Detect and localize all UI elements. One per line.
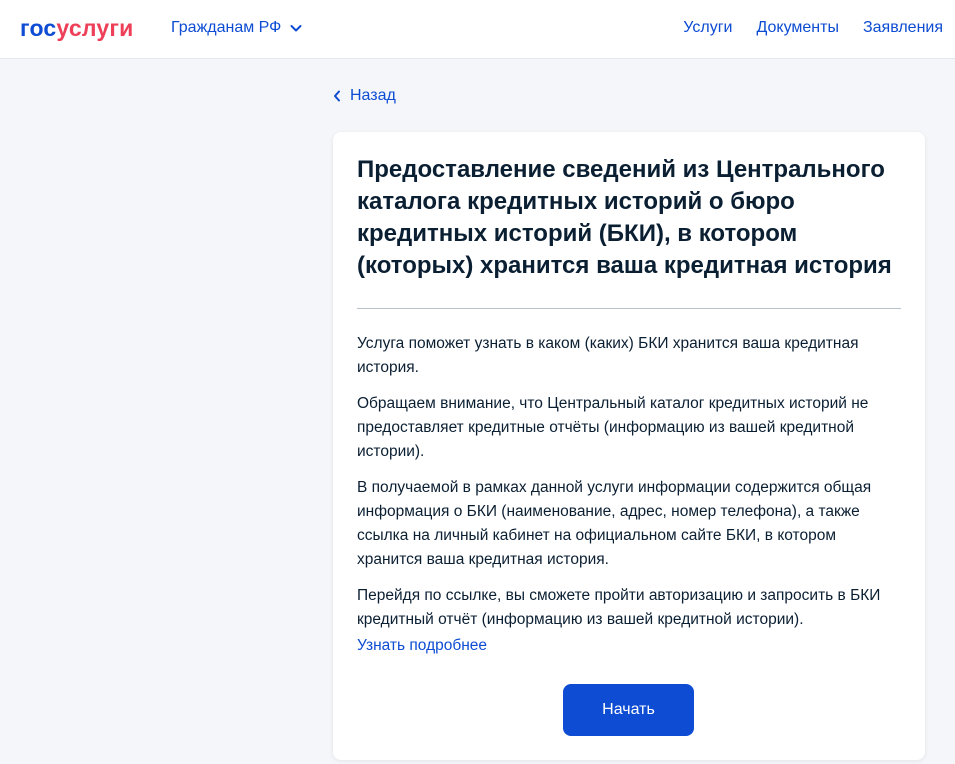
nav-services-link[interactable]: Услуги <box>683 17 732 39</box>
page-title: Предоставление сведений из Центрального … <box>357 156 892 279</box>
description-paragraph: В получаемой в рамках данной услуги инфо… <box>357 479 872 568</box>
description-paragraph: Обращаем внимание, что Центральный катал… <box>357 395 869 460</box>
back-link[interactable]: Назад <box>333 85 396 107</box>
service-description: Услуга поможет узнать в каком (каких) БК… <box>357 332 905 658</box>
logo-part-uslugi: услуги <box>56 15 134 41</box>
nav-applications-link[interactable]: Заявления <box>863 17 943 39</box>
back-label: Назад <box>350 87 396 104</box>
title-divider <box>357 308 901 309</box>
nav-documents-link[interactable]: Документы <box>756 17 838 39</box>
chevron-left-icon <box>334 90 340 102</box>
service-card: Предоставление сведений из Центрального … <box>333 132 925 760</box>
start-button[interactable]: Начать <box>563 684 694 736</box>
region-label: Гражданам РФ <box>171 19 282 36</box>
chevron-down-icon <box>290 25 302 32</box>
learn-more-link[interactable]: Узнать подробнее <box>357 637 487 654</box>
description-paragraph: Перейдя по ссылке, вы сможете пройти авт… <box>357 587 881 628</box>
description-paragraph: Услуга поможет узнать в каком (каких) БК… <box>357 335 859 376</box>
gosuslugi-logo[interactable]: госуслуги <box>20 14 133 42</box>
main-nav: Услуги Документы Заявления <box>683 17 943 39</box>
top-header: госуслуги Гражданам РФ Услуги Документы … <box>0 0 955 59</box>
logo-part-gos: гос <box>20 15 57 41</box>
region-selector[interactable]: Гражданам РФ <box>171 17 303 39</box>
